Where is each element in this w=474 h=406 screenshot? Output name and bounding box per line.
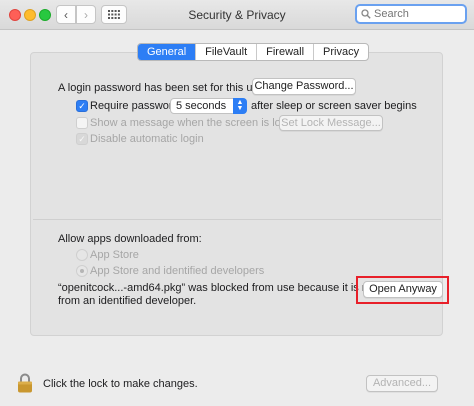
lock-icon[interactable]: [17, 373, 33, 393]
radio-identified-developers-label: App Store and identified developers: [90, 265, 265, 277]
disable-auto-login-label: Disable automatic login: [90, 133, 204, 145]
window-title: Security & Privacy: [188, 8, 286, 22]
allow-apps-heading: Allow apps downloaded from:: [58, 233, 202, 245]
chevron-left-icon: ‹: [64, 7, 68, 22]
forward-button[interactable]: ›: [76, 5, 96, 24]
show-all-button[interactable]: [101, 5, 127, 24]
back-button[interactable]: ‹: [56, 5, 76, 24]
lock-text: Click the lock to make changes.: [43, 378, 198, 390]
search-input[interactable]: [374, 8, 462, 20]
login-password-text: A login password has been set for this u…: [58, 82, 268, 94]
radio-app-store-label: App Store: [90, 249, 139, 261]
advanced-button[interactable]: Advanced...: [366, 375, 438, 392]
open-anyway-highlight: [356, 276, 449, 304]
show-message-checkbox[interactable]: [76, 117, 88, 129]
chevron-right-icon: ›: [84, 7, 88, 22]
search-field[interactable]: [355, 4, 467, 24]
blocked-message-line1: “openitcock...-amd64.pkg” was blocked fr…: [58, 282, 378, 294]
tab-general[interactable]: General: [138, 44, 196, 60]
tab-bar: General FileVault Firewall Privacy: [137, 43, 370, 61]
grid-icon: [108, 10, 120, 19]
title-bar: ‹ › Security & Privacy: [0, 0, 474, 30]
tab-firewall[interactable]: Firewall: [256, 44, 313, 60]
require-password-checkbox[interactable]: ✓: [76, 100, 88, 112]
show-message-label: Show a message when the screen is locked: [90, 117, 305, 129]
change-password-button[interactable]: Change Password...: [252, 78, 356, 95]
after-sleep-text: after sleep or screen saver begins: [251, 100, 417, 112]
radio-identified-developers[interactable]: [76, 265, 88, 277]
tab-privacy[interactable]: Privacy: [313, 44, 368, 60]
blocked-message-line2: from an identified developer.: [58, 295, 197, 307]
minimize-window-button[interactable]: [24, 9, 36, 21]
zoom-window-button[interactable]: [39, 9, 51, 21]
section-divider: [33, 219, 441, 220]
require-password-delay-select[interactable]: 5 seconds ▲ ▼: [170, 98, 247, 114]
search-icon: [361, 9, 371, 19]
radio-app-store[interactable]: [76, 249, 88, 261]
close-window-button[interactable]: [9, 9, 21, 21]
disable-auto-login-checkbox[interactable]: ✓: [76, 133, 88, 145]
chevron-updown-icon: ▲ ▼: [233, 98, 247, 114]
require-password-label: Require password: [90, 100, 179, 112]
tab-filevault[interactable]: FileVault: [195, 44, 256, 60]
require-password-delay-value: 5 seconds: [176, 100, 227, 112]
set-lock-message-button[interactable]: Set Lock Message...: [279, 115, 383, 131]
